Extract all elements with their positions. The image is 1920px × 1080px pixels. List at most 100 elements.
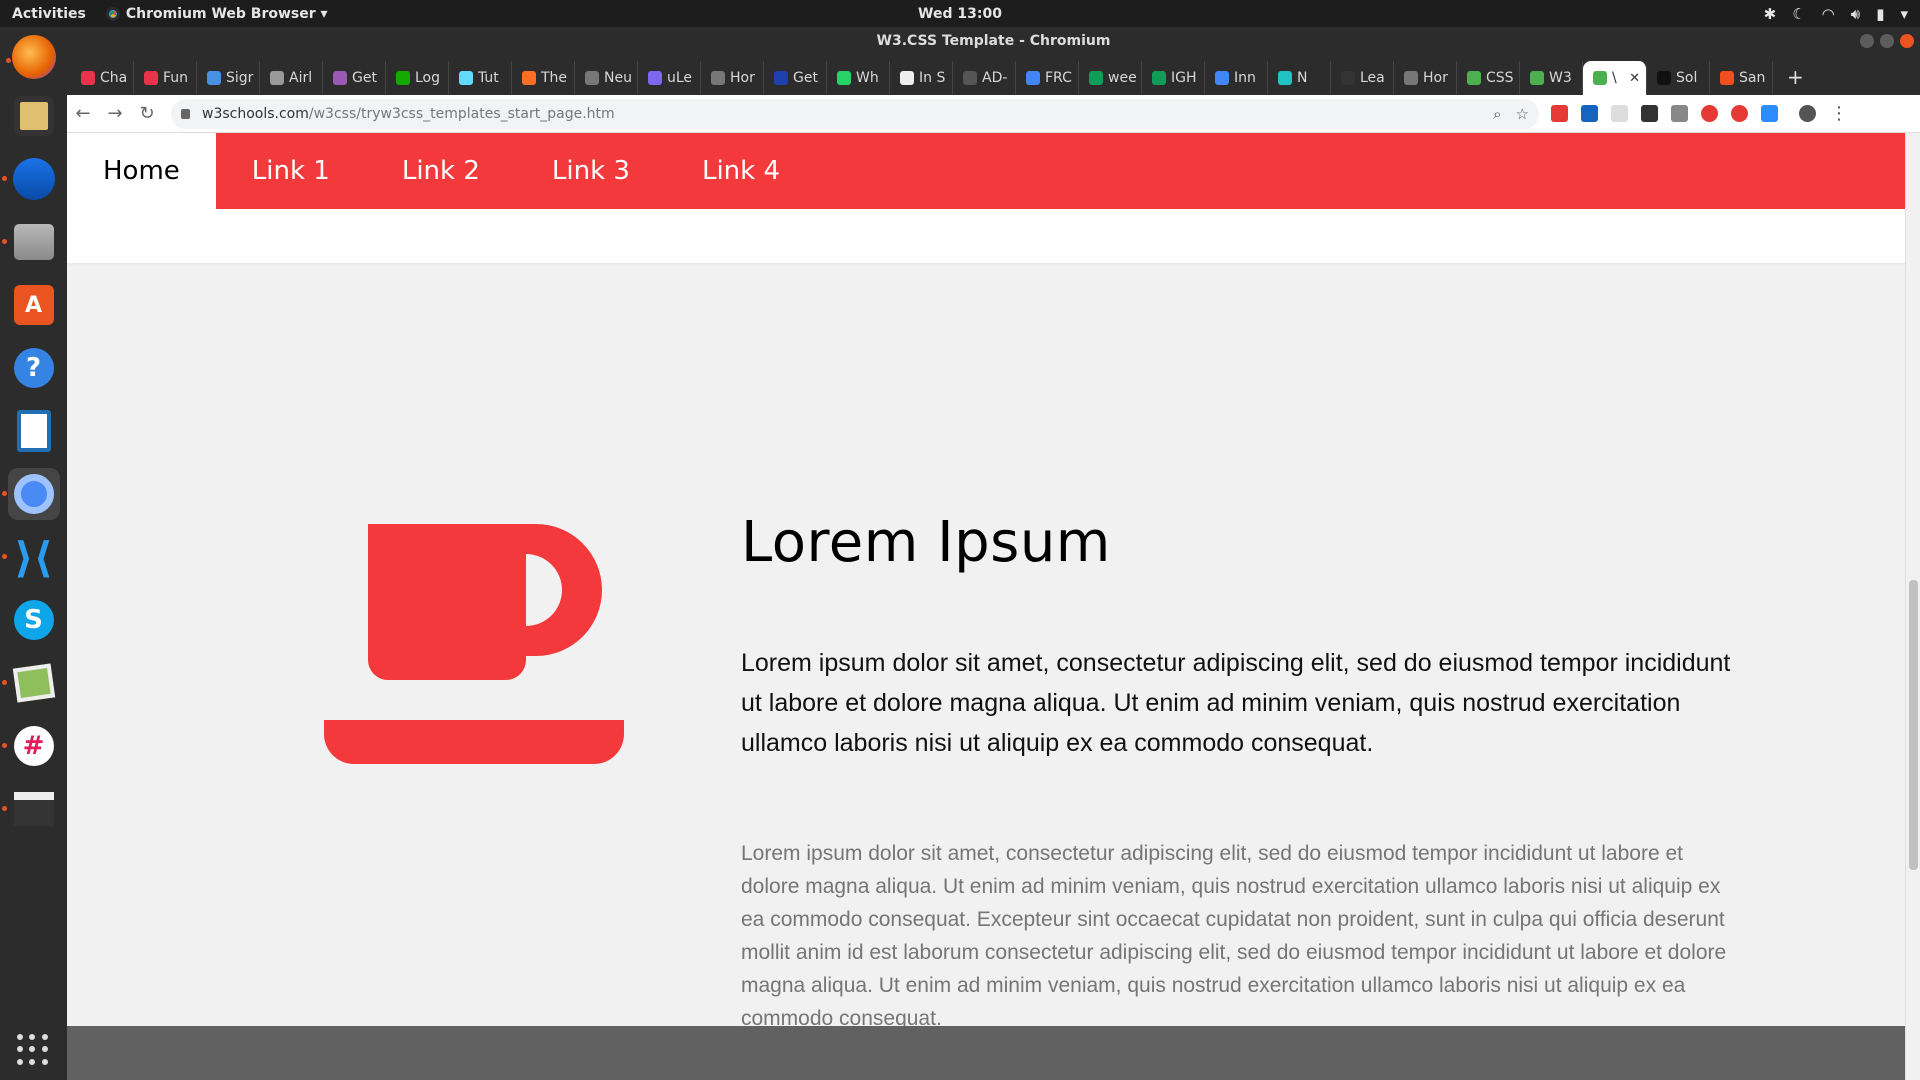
software-center-icon[interactable]: A [8,279,60,331]
activities-button[interactable]: Activities [12,6,86,22]
tab-favicon-icon [270,71,284,85]
tab-label: Get [793,70,818,86]
chromium-icon[interactable] [1,468,60,520]
profile-avatar[interactable] [1799,105,1816,122]
system-tray[interactable]: ✱ ☾ ◠ 🔊︎ ▮ ▾ [1764,0,1908,27]
browser-tab[interactable]: Wh [827,61,890,95]
tab-label: Hor [1423,70,1448,86]
browser-tab[interactable]: Lea [1331,61,1394,95]
tab-favicon-icon [1467,71,1481,85]
tab-label: The [541,70,568,86]
nav-link-2[interactable]: Link 2 [366,133,516,209]
tab-label: Wh [856,70,879,86]
back-icon[interactable]: ← [67,103,99,124]
show-applications-icon[interactable] [17,1034,49,1066]
image-viewer-icon[interactable] [1,657,60,709]
night-light-icon[interactable]: ☾ [1792,5,1805,23]
reload-icon[interactable]: ↻ [131,103,163,124]
browser-tab[interactable]: Get [323,61,386,95]
browser-tab[interactable]: Sol [1647,61,1710,95]
vscode-icon[interactable]: ⟩⟨ [1,531,60,583]
thunderbird-icon[interactable] [1,153,60,205]
extension-icon[interactable] [1551,105,1568,122]
extension-icon[interactable] [1641,105,1658,122]
tab-favicon-icon [207,71,221,85]
browser-tab[interactable]: Sigr [197,61,260,95]
network-grid-icon[interactable]: ✱ [1764,5,1777,23]
browser-tab[interactable]: The [512,61,575,95]
maximize-button[interactable] [1880,34,1894,48]
browser-tab[interactable]: CSS [1457,61,1520,95]
close-window-button[interactable] [1900,34,1914,48]
tab-favicon-icon [1720,71,1734,85]
app-menu-label: Chromium Web Browser ▾ [125,5,328,22]
app-menu[interactable]: Chromium Web Browser ▾ [105,5,328,22]
browser-tab[interactable]: AD- [953,61,1016,95]
chevron-down-icon[interactable]: ▾ [1900,5,1908,23]
browser-tab[interactable]: FRC [1016,61,1079,95]
browser-tab[interactable]: Inn [1205,61,1268,95]
extension-icon[interactable] [1761,105,1778,122]
rhythmbox-icon[interactable] [8,90,60,142]
extension-icon[interactable] [1581,105,1598,122]
browser-tab[interactable]: Tut [449,61,512,95]
browser-tab[interactable]: Log [386,61,449,95]
address-bar[interactable]: w3schools.com/w3css/tryw3css_templates_s… [171,98,1539,129]
close-tab-icon[interactable]: ✕ [1629,71,1640,86]
video-editor-icon[interactable] [1,783,60,835]
tab-label: IGH [1171,70,1197,86]
extension-icon[interactable] [1701,105,1718,122]
browser-tab[interactable]: W3 [1520,61,1583,95]
browser-tab[interactable]: San [1710,61,1773,95]
browser-tab[interactable]: wee [1079,61,1142,95]
page-scrollbar[interactable] [1905,133,1920,1080]
browser-tab[interactable]: Hor [701,61,764,95]
nav-home-link[interactable]: Home [67,133,216,209]
browser-menu-icon[interactable]: ⋮ [1830,103,1848,124]
browser-tab[interactable]: Cha [71,61,134,95]
tab-favicon-icon [837,71,851,85]
writer-icon[interactable] [8,405,60,457]
nav-link-4[interactable]: Link 4 [666,133,816,209]
tab-favicon-icon [396,71,410,85]
scrollbar-thumb[interactable] [1909,580,1918,870]
browser-tab[interactable]: \ ✕ [1583,61,1647,95]
coffee-cup-icon [324,524,624,764]
browser-tab[interactable]: In S [890,61,953,95]
extension-icon[interactable] [1611,105,1628,122]
volume-icon[interactable]: 🔊︎ [1851,5,1860,23]
browser-tab[interactable]: Airl [260,61,323,95]
lock-icon[interactable] [181,108,190,119]
files-icon[interactable] [1,216,60,268]
extension-icon[interactable] [1731,105,1748,122]
tab-label: N [1297,70,1308,86]
tab-favicon-icon [333,71,347,85]
firefox-icon[interactable] [5,35,56,79]
forward-icon[interactable]: → [99,103,131,124]
zoom-icon[interactable]: ⌕ [1493,105,1501,123]
nav-link-1[interactable]: Link 1 [216,133,366,209]
browser-tab[interactable]: Neu [575,61,638,95]
browser-tab[interactable]: uLe [638,61,701,95]
browser-tab[interactable]: Get [764,61,827,95]
tab-favicon-icon [711,71,725,85]
slack-icon[interactable]: # [1,720,60,772]
skype-icon[interactable]: S [8,594,60,646]
help-icon[interactable]: ? [8,342,60,394]
battery-icon[interactable]: ▮ [1876,5,1884,23]
window-titlebar[interactable]: W3.CSS Template - Chromium [67,27,1920,57]
wifi-icon[interactable]: ◠ [1822,5,1835,23]
browser-tab[interactable]: N [1268,61,1331,95]
browser-tab[interactable]: Fun [134,61,197,95]
browser-tab[interactable]: IGH [1142,61,1205,95]
nav-link-3[interactable]: Link 3 [516,133,666,209]
browser-tab[interactable]: Hor [1394,61,1457,95]
new-tab-button[interactable]: + [1773,65,1818,95]
extension-icon[interactable] [1671,105,1688,122]
bookmark-star-icon[interactable]: ☆ [1516,105,1529,123]
tab-favicon-icon [900,71,914,85]
tab-label: Sol [1676,70,1698,86]
tab-label: Fun [163,70,189,86]
minimize-button[interactable] [1860,34,1874,48]
tab-label: AD- [982,70,1008,86]
